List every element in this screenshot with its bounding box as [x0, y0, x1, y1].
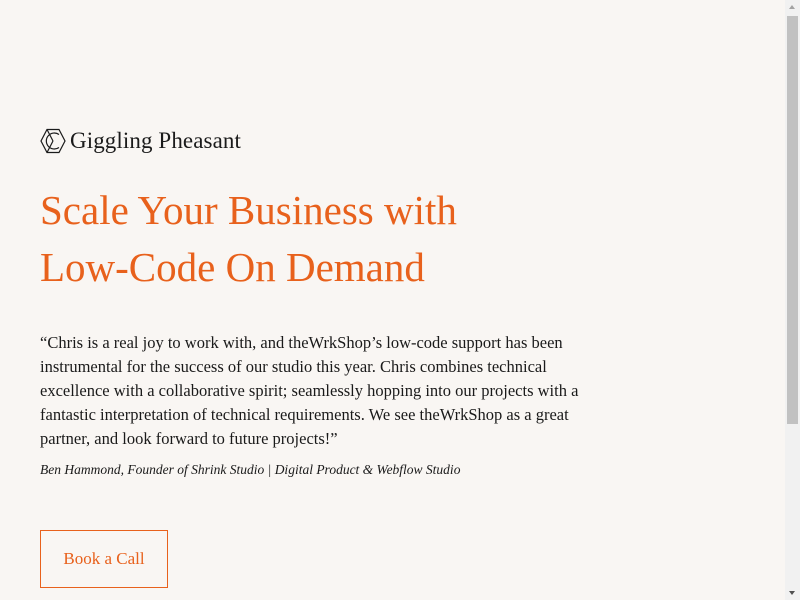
- brand-logo[interactable]: Giggling Pheasant: [40, 126, 241, 156]
- hero-headline: Scale Your Business with Low-Code On Dem…: [40, 182, 600, 296]
- hero-headline-line-2: Low-Code On Demand: [40, 244, 425, 290]
- scrollbar-thumb[interactable]: [787, 16, 798, 424]
- scroll-down-arrow-icon[interactable]: [785, 585, 800, 600]
- brand-name: Giggling Pheasant: [70, 128, 241, 153]
- page: Giggling Pheasant Scale Your Business wi…: [0, 0, 785, 600]
- book-a-call-button[interactable]: Book a Call: [40, 530, 168, 588]
- hero-headline-line-1: Scale Your Business with: [40, 187, 457, 233]
- hexagon-c-logo-icon: [40, 128, 66, 154]
- testimonial-attribution: Ben Hammond, Founder of Shrink Studio | …: [40, 462, 461, 477]
- vertical-scrollbar[interactable]: [785, 0, 800, 600]
- testimonial-quote: “Chris is a real joy to work with, and t…: [40, 333, 579, 448]
- scroll-up-arrow-icon[interactable]: [785, 0, 800, 15]
